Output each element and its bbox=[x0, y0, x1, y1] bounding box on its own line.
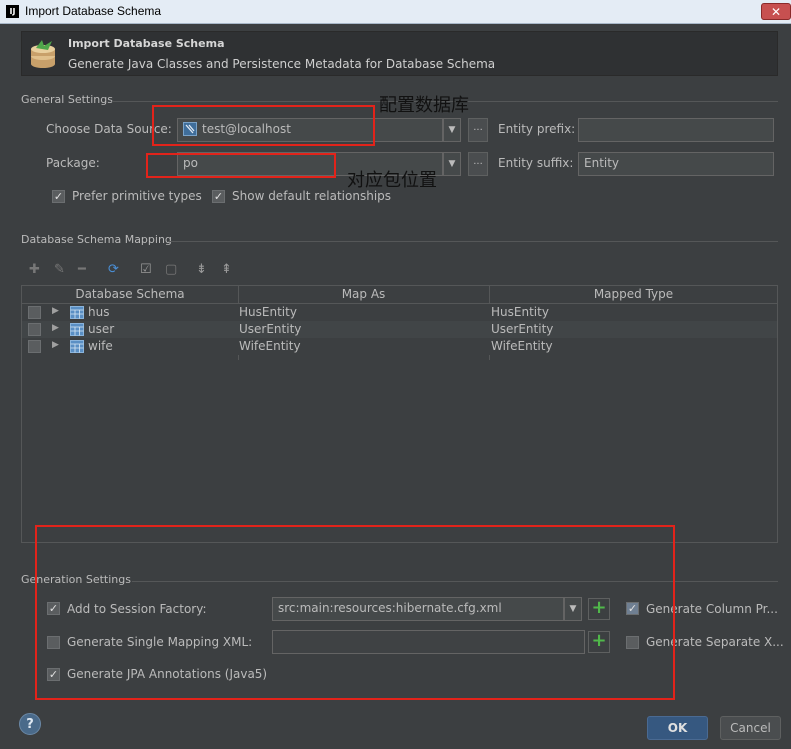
table-icon bbox=[70, 323, 84, 336]
cancel-button[interactable]: Cancel bbox=[720, 716, 781, 740]
column-header-mapped-type[interactable]: Mapped Type bbox=[490, 287, 777, 301]
title-bar: IJ Import Database Schema ✕ bbox=[0, 0, 791, 24]
schema-name: wife bbox=[88, 339, 113, 353]
ok-button[interactable]: OK bbox=[647, 716, 708, 740]
annotation-box-data-source bbox=[152, 105, 375, 146]
package-label: Package: bbox=[46, 156, 100, 170]
database-stack-icon bbox=[31, 40, 55, 68]
data-source-browse-button[interactable]: ... bbox=[468, 118, 488, 142]
schema-mapping-section: Database Schema Mapping bbox=[21, 233, 172, 246]
annotation-box-package bbox=[146, 153, 336, 178]
refresh-icon[interactable]: ⟳ bbox=[108, 262, 119, 277]
close-window-button[interactable]: ✕ bbox=[761, 3, 791, 20]
column-header-map-as[interactable]: Map As bbox=[238, 287, 489, 301]
table-row[interactable]: ▶ hus HusEntity HusEntity bbox=[22, 304, 777, 321]
table-header: Database Schema Map As Mapped Type bbox=[22, 286, 777, 304]
header-subtitle: Generate Java Classes and Persistence Me… bbox=[68, 57, 496, 71]
table-icon bbox=[70, 306, 84, 319]
column-header-database-schema[interactable]: Database Schema bbox=[22, 287, 238, 301]
unselect-all-icon[interactable]: ▢ bbox=[165, 262, 177, 277]
show-default-relationships-checkbox[interactable]: ✓ bbox=[212, 190, 225, 203]
map-as-value[interactable]: WifeEntity bbox=[239, 339, 301, 353]
row-checkbox[interactable] bbox=[28, 323, 41, 336]
table-row[interactable]: ▶ user UserEntity UserEntity bbox=[22, 321, 777, 338]
row-checkbox[interactable] bbox=[28, 340, 41, 353]
annotation-box-generation bbox=[35, 525, 675, 700]
expand-arrow-icon[interactable]: ▶ bbox=[52, 306, 59, 316]
prefer-primitive-checkbox[interactable]: ✓ bbox=[52, 190, 65, 203]
package-browse-button[interactable]: ... bbox=[468, 152, 488, 176]
package-dropdown-arrow[interactable]: ▼ bbox=[443, 152, 461, 176]
edit-icon[interactable]: ✎ bbox=[54, 262, 65, 277]
entity-prefix-input[interactable] bbox=[578, 118, 774, 142]
schema-name: user bbox=[88, 322, 115, 336]
entity-suffix-label: Entity suffix: bbox=[498, 156, 574, 170]
select-all-icon[interactable]: ☑ bbox=[140, 262, 152, 277]
map-as-value[interactable]: HusEntity bbox=[239, 305, 297, 319]
mapped-type-value[interactable]: WifeEntity bbox=[491, 339, 553, 353]
header-title: Import Database Schema bbox=[68, 37, 225, 50]
entity-suffix-input[interactable]: Entity bbox=[578, 152, 774, 176]
general-settings-section: General Settings bbox=[21, 93, 113, 106]
table-row[interactable]: ▶ wife WifeEntity WifeEntity bbox=[22, 338, 777, 355]
data-source-dropdown-arrow[interactable]: ▼ bbox=[443, 118, 461, 142]
prefer-primitive-label: Prefer primitive types bbox=[72, 189, 202, 203]
schema-mapping-table[interactable]: Database Schema Map As Mapped Type ▶ hus… bbox=[21, 285, 778, 543]
expand-arrow-icon[interactable]: ▶ bbox=[52, 323, 59, 333]
entity-prefix-label: Entity prefix: bbox=[498, 122, 576, 136]
table-icon bbox=[70, 340, 84, 353]
dialog-header: Import Database Schema Generate Java Cla… bbox=[21, 31, 778, 76]
intellij-app-icon: IJ bbox=[6, 5, 19, 18]
schema-name: hus bbox=[88, 305, 110, 319]
annotation-note-data-source: 配置数据库 bbox=[379, 95, 469, 116]
mapped-type-value[interactable]: UserEntity bbox=[491, 322, 553, 336]
remove-icon[interactable]: ━ bbox=[78, 262, 86, 277]
expand-arrow-icon[interactable]: ▶ bbox=[52, 340, 59, 350]
row-checkbox[interactable] bbox=[28, 306, 41, 319]
help-button[interactable]: ? bbox=[19, 713, 41, 735]
mapped-type-value[interactable]: HusEntity bbox=[491, 305, 549, 319]
add-icon[interactable]: ✚ bbox=[29, 262, 40, 277]
map-as-value[interactable]: UserEntity bbox=[239, 322, 301, 336]
annotation-note-package: 对应包位置 bbox=[347, 170, 437, 191]
divider bbox=[168, 241, 778, 242]
collapse-all-icon[interactable]: ⇞ bbox=[221, 262, 232, 277]
window-title: Import Database Schema bbox=[25, 4, 162, 18]
expand-all-icon[interactable]: ⇟ bbox=[196, 262, 207, 277]
